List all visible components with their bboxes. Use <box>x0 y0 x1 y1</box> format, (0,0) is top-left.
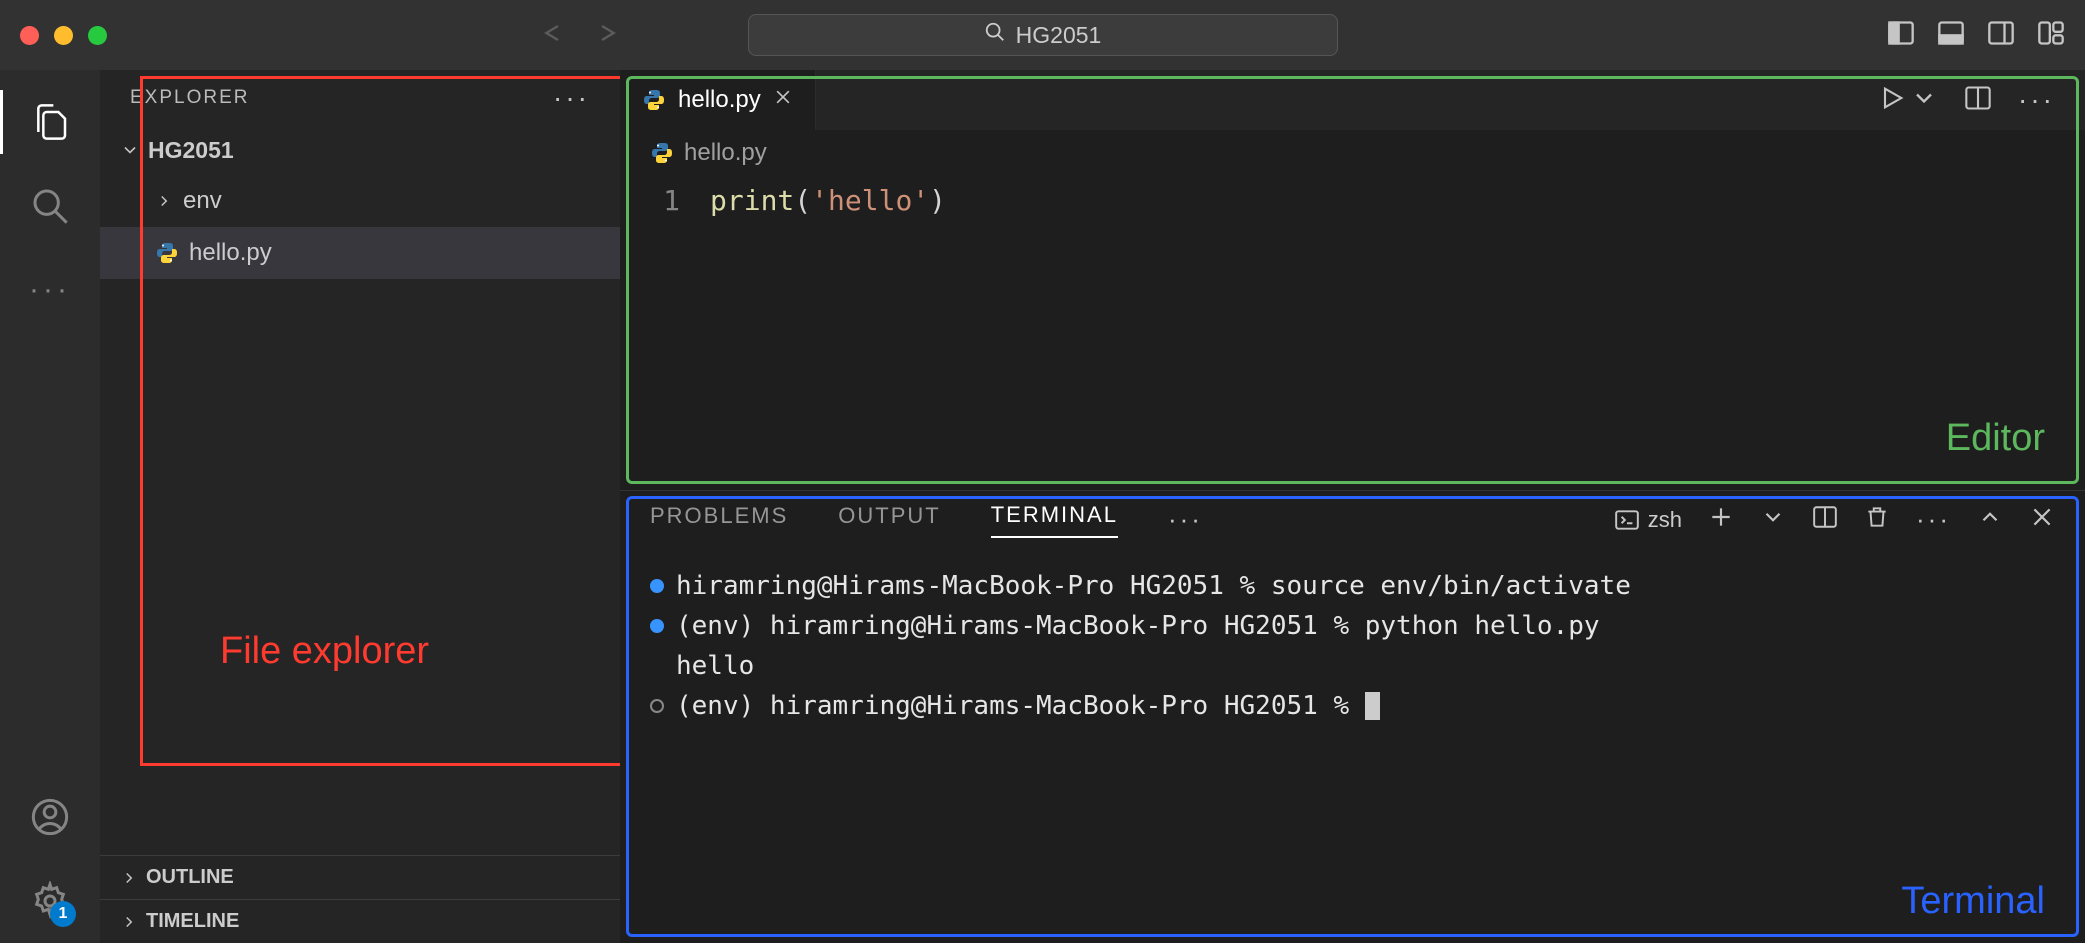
terminal-line: hello <box>676 646 754 686</box>
explorer-sidebar: EXPLORER ··· HG2051 env hello.py OUTLINE <box>100 70 620 943</box>
annotation-file-explorer-label: File explorer <box>220 630 429 673</box>
titlebar: HG2051 <box>0 0 2085 70</box>
terminal-cursor <box>1365 692 1380 720</box>
split-editor-icon[interactable] <box>1964 84 1992 117</box>
maximize-window-button[interactable] <box>88 26 107 45</box>
tree-item-label: hello.py <box>189 239 272 267</box>
python-file-icon <box>650 141 674 165</box>
new-terminal-dropdown-icon[interactable] <box>1760 504 1786 535</box>
nav-forward-button[interactable] <box>595 19 623 52</box>
run-file-icon[interactable] <box>1878 84 1906 117</box>
annotation-editor-label: Editor <box>1946 417 2045 460</box>
panel-tab-terminal[interactable]: TERMINAL <box>991 502 1118 538</box>
close-tab-icon[interactable] <box>773 86 793 114</box>
editor-tabs: hello.py <box>620 70 2085 130</box>
terminal-shell-profile[interactable]: zsh <box>1614 507 1682 533</box>
terminal-bullet-icon <box>650 579 664 593</box>
toggle-panel-icon[interactable] <box>1937 19 1965 52</box>
outline-section-header[interactable]: OUTLINE <box>100 855 620 899</box>
layout-controls <box>1887 19 2065 52</box>
tab-filename: hello.py <box>678 86 761 114</box>
customize-layout-icon[interactable] <box>2037 19 2065 52</box>
panel-tab-output[interactable]: OUTPUT <box>838 503 940 537</box>
settings-gear-icon[interactable]: 1 <box>28 879 72 923</box>
line-gutter: 1 <box>620 182 710 490</box>
terminal-line: (env) hiramring@Hirams-MacBook-Pro HG205… <box>676 686 1365 726</box>
terminal-line: (env) hiramring@Hirams-MacBook-Pro HG205… <box>676 606 1600 646</box>
window-controls <box>20 26 107 45</box>
split-terminal-icon[interactable] <box>1812 504 1838 535</box>
tree-item-label: env <box>183 187 222 215</box>
minimize-window-button[interactable] <box>54 26 73 45</box>
panel-tabs: PROBLEMS OUTPUT TERMINAL ··· zsh <box>620 490 2085 548</box>
code-line: print('hello') <box>710 182 2085 220</box>
settings-badge: 1 <box>50 901 76 927</box>
explorer-more-actions-icon[interactable]: ··· <box>553 91 590 105</box>
editor-more-actions-icon[interactable]: ··· <box>2018 84 2055 116</box>
tree-file-hello-py[interactable]: hello.py <box>100 227 620 279</box>
root-folder-name: HG2051 <box>148 137 234 164</box>
panel-more-actions-icon[interactable]: ··· <box>1916 504 1951 535</box>
terminal-body[interactable]: hiramring@Hirams-MacBook-Pro HG2051 % so… <box>620 548 2085 943</box>
more-activity-icon[interactable]: ··· <box>28 268 72 312</box>
close-window-button[interactable] <box>20 26 39 45</box>
terminal-bullet-icon <box>650 619 664 633</box>
explorer-title: EXPLORER <box>130 87 249 109</box>
search-activity-icon[interactable] <box>28 184 72 228</box>
editor-tab-hello-py[interactable]: hello.py <box>620 70 816 130</box>
terminal-line: hiramring@Hirams-MacBook-Pro HG2051 % so… <box>676 566 1631 606</box>
explorer-activity-icon[interactable] <box>28 100 72 144</box>
line-number: 1 <box>620 182 680 220</box>
run-dropdown-icon[interactable] <box>1910 84 1938 117</box>
terminal-bullet-icon <box>650 699 664 713</box>
shell-name: zsh <box>1648 507 1682 533</box>
command-center-text: HG2051 <box>1016 22 1102 49</box>
accounts-icon[interactable] <box>28 795 72 839</box>
search-icon <box>984 21 1006 49</box>
command-center[interactable]: HG2051 <box>748 14 1338 56</box>
tree-folder-env[interactable]: env <box>100 175 620 227</box>
code-editor[interactable]: 1 print('hello') <box>620 176 2085 490</box>
close-panel-icon[interactable] <box>2029 504 2055 535</box>
root-folder-header[interactable]: HG2051 <box>100 125 620 175</box>
python-file-icon <box>642 88 666 112</box>
panel: PROBLEMS OUTPUT TERMINAL ··· zsh <box>620 490 2085 943</box>
activity-bar: ··· 1 <box>0 70 100 943</box>
panel-tab-problems[interactable]: PROBLEMS <box>650 503 788 537</box>
toggle-primary-sidebar-icon[interactable] <box>1887 19 1915 52</box>
panel-overflow-icon[interactable]: ··· <box>1168 504 1203 535</box>
python-file-icon <box>155 241 179 265</box>
timeline-label: TIMELINE <box>146 910 239 933</box>
breadcrumbs[interactable]: hello.py <box>620 130 2085 176</box>
editor-group: hello.py <box>620 70 2085 943</box>
new-terminal-icon[interactable] <box>1708 504 1734 535</box>
annotation-terminal-label: Terminal <box>1901 880 2045 923</box>
editor-region: hello.py <box>620 70 2085 490</box>
timeline-section-header[interactable]: TIMELINE <box>100 899 620 943</box>
kill-terminal-icon[interactable] <box>1864 504 1890 535</box>
breadcrumb-file: hello.py <box>684 139 767 167</box>
nav-back-button[interactable] <box>537 19 565 52</box>
maximize-panel-icon[interactable] <box>1977 504 2003 535</box>
toggle-secondary-sidebar-icon[interactable] <box>1987 19 2015 52</box>
outline-label: OUTLINE <box>146 866 234 889</box>
